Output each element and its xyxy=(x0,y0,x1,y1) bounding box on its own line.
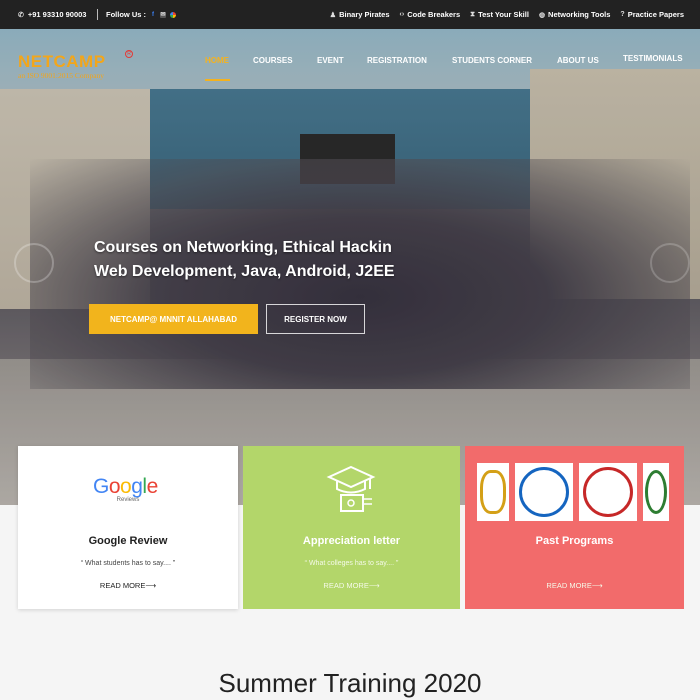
college-seal-image xyxy=(643,463,669,521)
hourglass-icon: ⧗ xyxy=(470,10,476,18)
nav-students-corner[interactable]: STUDENTS CORNER xyxy=(452,56,532,65)
read-more-link[interactable]: READ MORE⟶ xyxy=(465,581,684,590)
link-practice-papers[interactable]: ? Practice Papers xyxy=(620,10,684,19)
card-title: Google Review xyxy=(88,535,168,547)
link-test-your-skill[interactable]: ⧗ Test Your Skill xyxy=(470,10,529,19)
card-title: Past Programs xyxy=(535,535,614,547)
college-seal-image xyxy=(579,463,637,521)
link-label: Binary Pirates xyxy=(339,10,390,19)
card-google-review[interactable]: Google Reviews Google Review “ What stud… xyxy=(18,446,238,609)
nav-courses[interactable]: COURSES xyxy=(253,56,293,65)
read-more-link[interactable]: READ MORE⟶ xyxy=(18,581,238,590)
read-more-link[interactable]: READ MORE⟶ xyxy=(243,581,460,590)
phone-contact[interactable]: ✆ +91 93310 90003 xyxy=(18,10,86,19)
slider-next-button[interactable] xyxy=(650,243,690,283)
link-code-breakers[interactable]: ‹› Code Breakers xyxy=(400,10,461,19)
link-label: Networking Tools xyxy=(548,10,611,19)
nav-home[interactable]: HOME xyxy=(205,56,229,65)
follow-label: Follow Us : xyxy=(106,10,146,19)
college-seal-image xyxy=(477,463,509,521)
register-now-button[interactable]: REGISTER NOW xyxy=(266,304,365,334)
link-binary-pirates[interactable]: ♟ Binary Pirates xyxy=(330,10,390,19)
nav-event[interactable]: EVENT xyxy=(317,56,344,65)
card-subtitle: “ What colleges has to say.... ” xyxy=(304,560,399,567)
registered-mark: R xyxy=(125,50,133,58)
slider-prev-button[interactable] xyxy=(14,243,54,283)
facebook-icon[interactable]: f xyxy=(150,12,156,18)
code-icon: ‹› xyxy=(399,11,405,18)
topbar-links: ♟ Binary Pirates ‹› Code Breakers ⧗ Test… xyxy=(330,10,684,19)
logo-tagline: an ISO 9001:2015 Company xyxy=(18,71,105,80)
globe-icon: ◍ xyxy=(538,11,546,19)
graduation-cap-icon xyxy=(326,465,376,512)
mnnit-button[interactable]: NETCAMP@ MNNIT ALLAHABAD xyxy=(89,304,258,334)
nav-testimonials[interactable]: TESTIMONIALS xyxy=(623,54,683,63)
link-label: Practice Papers xyxy=(627,10,684,19)
card-past-programs[interactable]: Past Programs READ MORE⟶ xyxy=(465,446,684,609)
phone-number: +91 93310 90003 xyxy=(27,10,87,19)
college-logos xyxy=(477,463,672,521)
topbar-divider xyxy=(97,9,98,20)
google-plus-icon[interactable] xyxy=(170,11,176,18)
nav-about-us[interactable]: ABOUT US xyxy=(557,56,599,65)
site-logo[interactable]: NETCAMP R an ISO 9001:2015 Company xyxy=(18,50,133,80)
whatsapp-icon: ✆ xyxy=(18,11,24,19)
hero-heading-line-1: Courses on Networking, Ethical Hackin xyxy=(94,239,392,256)
link-label: Code Breakers xyxy=(407,10,461,19)
link-label: Test Your Skill xyxy=(478,10,529,19)
card-subtitle: “ What students has to say.... ” xyxy=(80,560,176,567)
question-icon: ? xyxy=(620,11,625,18)
link-networking-tools[interactable]: ◍ Networking Tools xyxy=(539,10,610,19)
email-icon[interactable]: ✉ xyxy=(160,11,166,18)
card-title: Appreciation letter xyxy=(302,535,401,547)
card-appreciation-letter[interactable]: Appreciation letter “ What colleges has … xyxy=(243,446,460,609)
hero-heading-line-2: Web Development, Java, Android, J2EE xyxy=(94,263,395,280)
user-group-icon: ♟ xyxy=(329,11,337,19)
nav-active-indicator xyxy=(205,79,230,81)
google-reviews-label: Reviews xyxy=(116,497,140,503)
follow-us: Follow Us : f ✉ xyxy=(106,10,176,19)
section-title: Summer Training 2020 xyxy=(218,668,482,698)
nav-registration[interactable]: REGISTRATION xyxy=(367,56,427,65)
college-seal-image xyxy=(515,463,573,521)
top-bar: ✆ +91 93310 90003 Follow Us : f ✉ ♟ Bina… xyxy=(0,0,700,29)
google-reviews-logo: Google xyxy=(93,475,158,498)
logo-name: NETCAMP xyxy=(18,52,106,71)
